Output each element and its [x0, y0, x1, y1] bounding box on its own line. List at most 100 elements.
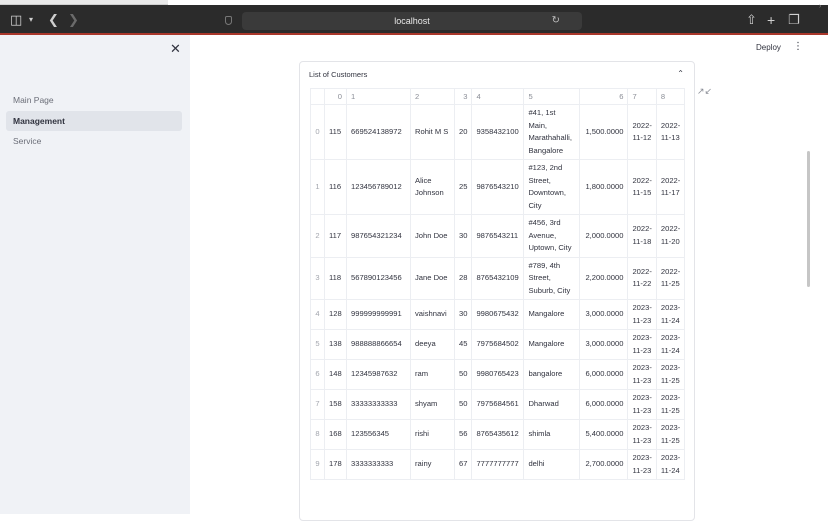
table-cell[interactable]: 2022-11-25	[656, 257, 686, 300]
table-cell[interactable]: rishi	[410, 419, 455, 450]
more-vertical-icon[interactable]: ⋮	[793, 41, 803, 52]
expander-title[interactable]: List of Customers	[309, 70, 367, 79]
share-icon[interactable]: ⇧	[746, 12, 757, 28]
table-cell[interactable]: #41, 1st Main, Marathahalli, Bangalore	[523, 104, 581, 160]
table-cell[interactable]: 50	[454, 389, 473, 420]
table-cell[interactable]: 25	[454, 159, 473, 215]
table-cell[interactable]: 45	[454, 329, 473, 360]
table-cell[interactable]: 117	[324, 214, 347, 258]
table-cell[interactable]: 67	[454, 449, 473, 480]
table-cell[interactable]: 6,000.0000	[579, 389, 629, 420]
sidebar-toggle-icon[interactable]: ◫	[10, 12, 22, 28]
table-cell[interactable]: 148	[324, 359, 347, 390]
column-header[interactable]: 5	[523, 88, 581, 105]
table-cell[interactable]: 8765432109	[471, 257, 525, 300]
table-cell[interactable]: 123556345	[346, 419, 411, 450]
expand-icon[interactable]: ↗↙	[697, 86, 712, 97]
table-cell[interactable]: 30	[454, 214, 473, 258]
address-bar[interactable]: localhost ↻	[242, 12, 582, 30]
table-cell[interactable]: 2023-11-23	[627, 329, 657, 360]
table-cell[interactable]: Alice Johnson	[410, 159, 455, 215]
table-cell[interactable]: 2,000.0000	[579, 214, 629, 258]
table-cell[interactable]: Rohit M S	[410, 104, 455, 160]
table-cell[interactable]: vaishnavi	[410, 299, 455, 330]
table-cell[interactable]: 2023-11-23	[627, 449, 657, 480]
chevron-up-icon[interactable]: ⌃	[677, 69, 684, 78]
table-cell[interactable]: 2022-11-12	[627, 104, 657, 160]
table-cell[interactable]: bangalore	[523, 359, 581, 390]
sidebar-item-management[interactable]: Management	[6, 110, 182, 131]
table-cell[interactable]: 7777777777	[471, 449, 525, 480]
table-cell[interactable]: #456, 3rd Avenue, Uptown, City	[523, 214, 581, 258]
table-cell[interactable]: 116	[324, 159, 347, 215]
table-cell[interactable]: 999999999991	[346, 299, 411, 330]
table-cell[interactable]: 20	[454, 104, 473, 160]
column-header[interactable]: 2	[410, 88, 455, 105]
table-cell[interactable]: 987654321234	[346, 214, 411, 258]
table-cell[interactable]: 6,000.0000	[579, 359, 629, 390]
table-cell[interactable]: 115	[324, 104, 347, 160]
table-cell[interactable]: 56	[454, 419, 473, 450]
table-cell[interactable]: Mangalore	[523, 329, 581, 360]
table-row[interactable]: 7 158 33333333333 shyam 50 7975684561 Dh…	[310, 389, 686, 420]
page-scrollbar[interactable]	[807, 151, 810, 287]
table-row[interactable]: 1 116 123456789012 Alice Johnson 25 9876…	[310, 159, 686, 215]
table-cell[interactable]: 138	[324, 329, 347, 360]
table-row[interactable]: 2 117 987654321234 John Doe 30 987654321…	[310, 214, 686, 258]
column-header[interactable]: 4	[471, 88, 525, 105]
table-cell[interactable]: 7975684502	[471, 329, 525, 360]
sidebar-item-service[interactable]: Service	[6, 131, 182, 151]
table-cell[interactable]: 2023-11-24	[656, 299, 686, 330]
table-cell[interactable]: 2023-11-24	[656, 329, 686, 360]
table-cell[interactable]: 3333333333	[346, 449, 411, 480]
table-cell[interactable]: 2023-11-25	[656, 359, 686, 390]
table-cell[interactable]: 9876543210	[471, 159, 525, 215]
table-cell[interactable]: 2022-11-15	[627, 159, 657, 215]
table-row[interactable]: 6 148 12345987632 ram 50 9980765423 bang…	[310, 359, 686, 390]
table-cell[interactable]: deeya	[410, 329, 455, 360]
table-cell[interactable]: 3,000.0000	[579, 299, 629, 330]
table-cell[interactable]: 988888866654	[346, 329, 411, 360]
table-cell[interactable]: 50	[454, 359, 473, 390]
table-cell[interactable]: 9876543211	[471, 214, 525, 258]
table-cell[interactable]: 178	[324, 449, 347, 480]
table-cell[interactable]: Dharwad	[523, 389, 581, 420]
table-cell[interactable]: 2023-11-23	[627, 389, 657, 420]
table-cell[interactable]: 3,000.0000	[579, 329, 629, 360]
table-cell[interactable]: 168	[324, 419, 347, 450]
table-cell[interactable]: 2023-11-24	[656, 449, 686, 480]
table-cell[interactable]: Mangalore	[523, 299, 581, 330]
table-cell[interactable]: 1,500.0000	[579, 104, 629, 160]
plus-icon[interactable]: +	[767, 12, 775, 28]
table-row[interactable]: 0 115 669524138972 Rohit M S 20 93584321…	[310, 104, 686, 160]
table-row[interactable]: 4 128 999999999991 vaishnavi 30 99806754…	[310, 299, 686, 330]
table-cell[interactable]: 5,400.0000	[579, 419, 629, 450]
chevron-left-icon[interactable]: ❮	[48, 12, 59, 28]
column-header[interactable]: 0	[324, 88, 347, 105]
table-cell[interactable]: 2023-11-23	[627, 419, 657, 450]
deploy-button[interactable]: Deploy	[756, 43, 781, 52]
table-cell[interactable]: 7975684561	[471, 389, 525, 420]
chevron-down-icon[interactable]: ▾	[29, 12, 33, 28]
table-row[interactable]: 9 178 3333333333 rainy 67 7777777777 del…	[310, 449, 686, 480]
table-cell[interactable]: 12345987632	[346, 359, 411, 390]
table-cell[interactable]: 2023-11-25	[656, 389, 686, 420]
table-cell[interactable]: 128	[324, 299, 347, 330]
table-cell[interactable]: 2022-11-17	[656, 159, 686, 215]
table-cell[interactable]: 2022-11-13	[656, 104, 686, 160]
table-cell[interactable]: 8765435612	[471, 419, 525, 450]
table-cell[interactable]: 1,800.0000	[579, 159, 629, 215]
table-cell[interactable]: 123456789012	[346, 159, 411, 215]
column-header[interactable]: 8	[656, 88, 686, 105]
table-cell[interactable]: shimla	[523, 419, 581, 450]
column-header[interactable]: 7	[627, 88, 657, 105]
table-cell[interactable]: 2022-11-18	[627, 214, 657, 258]
table-cell[interactable]: 2,700.0000	[579, 449, 629, 480]
column-header[interactable]: 1	[346, 88, 411, 105]
table-cell[interactable]: rainy	[410, 449, 455, 480]
table-cell[interactable]: 2023-11-23	[627, 359, 657, 390]
table-cell[interactable]: 2,200.0000	[579, 257, 629, 300]
tabs-overview-icon[interactable]: ❐	[788, 12, 800, 28]
table-row[interactable]: 3 118 567890123456 Jane Doe 28 876543210…	[310, 257, 686, 300]
table-cell[interactable]: 2022-11-20	[656, 214, 686, 258]
